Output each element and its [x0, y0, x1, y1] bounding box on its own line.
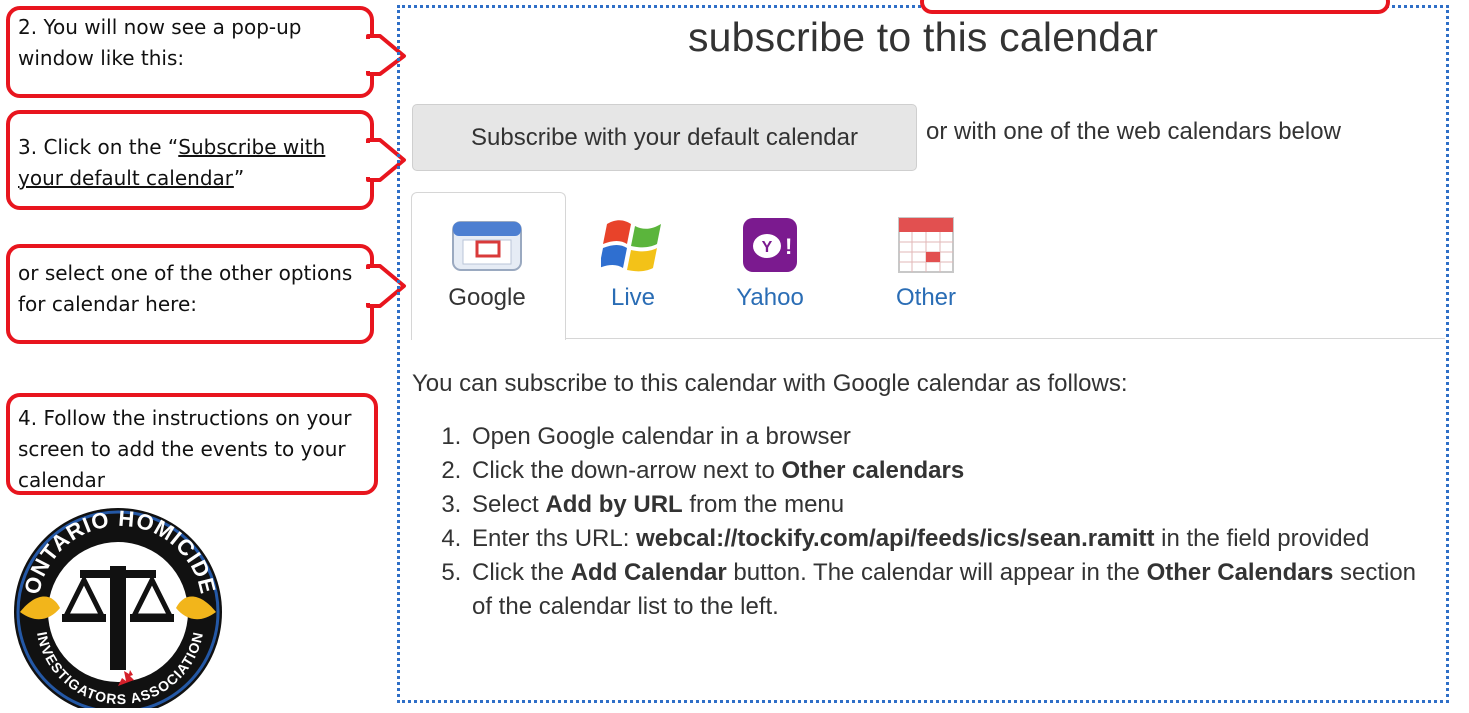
list-item: Open Google calendar in a browser [468, 420, 1442, 454]
calendar-grid-icon [898, 217, 954, 273]
step-text: Open Google calendar in a browser [472, 423, 851, 450]
tabs-divider [565, 338, 1445, 339]
tab-google-label: Google [448, 284, 526, 311]
ohia-logo: ONTARIO HOMICIDE INVESTIGATORS ASSOCIATI… [6, 496, 230, 713]
subscribe-default-calendar-button[interactable]: Subscribe with your default calendar [412, 104, 917, 171]
list-item: Click the down-arrow next to Other calen… [468, 454, 1442, 488]
ohia-seal-icon: ONTARIO HOMICIDE INVESTIGATORS ASSOCIATI… [14, 506, 222, 713]
step-text: in the field provided [1154, 525, 1370, 552]
feed-url[interactable]: webcal://tockify.com/api/feeds/ics/sean.… [636, 525, 1154, 552]
tab-yahoo[interactable]: Y ! Yahoo [720, 214, 820, 312]
windows-live-icon [601, 220, 661, 272]
or-web-calendars-text: or with one of the web calendars below [926, 118, 1341, 145]
step-text: button. The calendar will appear in the [726, 559, 1147, 586]
callout-step-3: 3. Click on the “Subscribe with your def… [6, 110, 406, 210]
list-item: Select Add by URL from the menu [468, 488, 1442, 522]
tab-google[interactable]: Google [426, 216, 548, 312]
yahoo-icon: Y ! [743, 218, 797, 272]
instruction-steps: Open Google calendar in a browser Click … [412, 420, 1442, 624]
step-text: Select [472, 491, 546, 518]
tab-other[interactable]: Other [872, 214, 980, 312]
step-bold-text: Other Calendars [1146, 559, 1334, 586]
callout-suffix: ” [233, 166, 245, 190]
step-bold-text: Add Calendar [570, 559, 727, 586]
step-text: Click the down-arrow next to [472, 457, 782, 484]
instructions-intro: You can subscribe to this calendar with … [412, 370, 1128, 397]
tab-other-label: Other [895, 284, 957, 311]
svg-text:Y: Y [762, 239, 773, 256]
callout-step-4: 4. Follow the instructions on your scree… [6, 393, 378, 495]
step-text: Enter ths URL: [472, 525, 637, 552]
top-callout-fragment [920, 0, 1390, 14]
step-bold-text: Other calendars [781, 457, 965, 484]
svg-text:!: ! [785, 234, 792, 259]
callout-other-options: or select one of the other options for c… [6, 244, 406, 344]
callout-text: 2. You will now see a pop-up window like… [18, 15, 302, 70]
google-calendar-icon [452, 221, 522, 271]
callout-step-2: 2. You will now see a pop-up window like… [6, 6, 406, 98]
callout-text: or select one of the other options for c… [18, 261, 353, 316]
tab-yahoo-label: Yahoo [736, 284, 804, 311]
step-text: Click the [472, 559, 571, 586]
tab-live[interactable]: Live [588, 214, 678, 312]
list-item: Click the Add Calendar button. The calen… [468, 556, 1442, 624]
popup-title: subscribe to this calendar [687, 14, 1159, 60]
callout-text: 4. Follow the instructions on your scree… [18, 406, 352, 492]
callout-prefix: 3. Click on the “ [18, 135, 179, 159]
step-text: from the menu [682, 491, 845, 518]
list-item: Enter ths URL: webcal://tockify.com/api/… [468, 522, 1442, 556]
callout-text: 3. Click on the “Subscribe with your def… [18, 132, 366, 194]
step-bold-text: Add by URL [545, 491, 683, 518]
tab-live-label: Live [610, 284, 656, 311]
